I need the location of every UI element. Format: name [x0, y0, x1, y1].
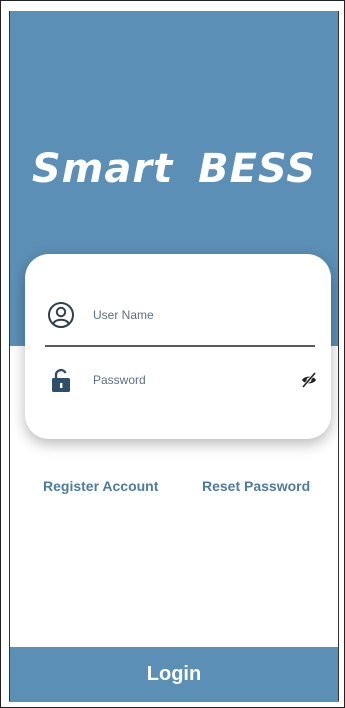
user-circle-icon: [47, 301, 75, 329]
register-account-link[interactable]: Register Account: [43, 478, 158, 494]
status-bar: [9, 1, 339, 11]
username-field[interactable]: User Name: [47, 295, 319, 335]
login-button-label: Login: [146, 663, 202, 685]
lock-icon: [47, 366, 75, 394]
password-field[interactable]: Password: [47, 360, 319, 400]
app-title: Smart BESS: [31, 146, 317, 192]
app-screen: Smart BESS User Name Password Register A…: [0, 0, 345, 708]
username-underline: [45, 345, 315, 347]
login-card: User Name Password: [25, 254, 331, 439]
eye-off-icon[interactable]: [299, 370, 319, 390]
account-links: Register Account Reset Password: [9, 478, 339, 498]
login-button[interactable]: Login: [9, 647, 339, 702]
password-placeholder: Password: [93, 373, 146, 387]
username-placeholder: User Name: [93, 308, 154, 322]
reset-password-link[interactable]: Reset Password: [202, 478, 310, 494]
